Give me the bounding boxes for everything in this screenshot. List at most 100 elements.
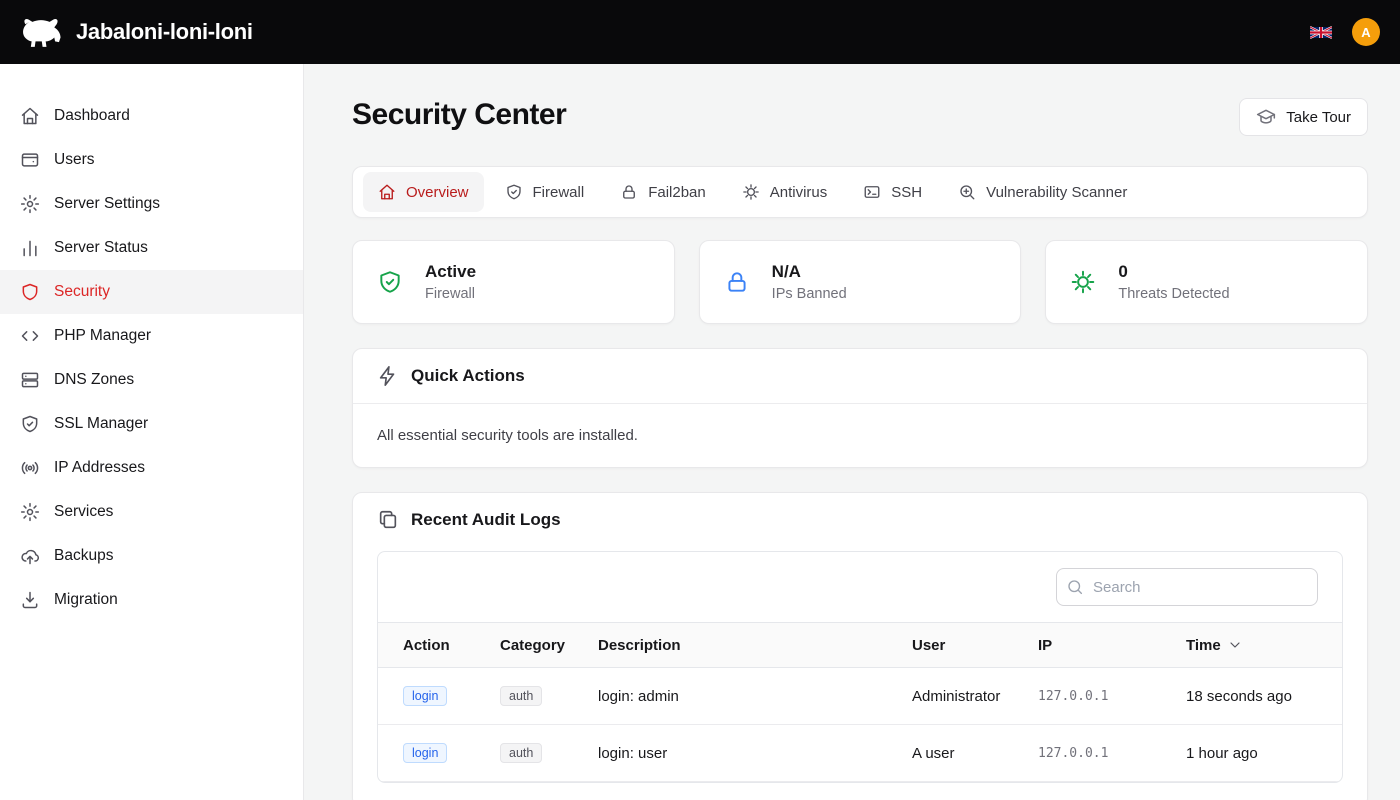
virus-icon: [742, 183, 760, 201]
scan-icon: [958, 183, 976, 201]
column-header-description: Description: [586, 637, 900, 654]
table-header-row: Action Category Description User IP Time: [378, 622, 1342, 668]
zap-icon: [377, 365, 399, 387]
app-title: Jabaloni-loni-loni: [76, 19, 253, 45]
sidebar-item-label: Users: [54, 151, 94, 169]
stat-card: 0 Threats Detected: [1045, 240, 1368, 324]
security-tab[interactable]: Overview: [363, 172, 484, 212]
cloud-upload-icon: [20, 546, 40, 566]
take-tour-button[interactable]: Take Tour: [1239, 98, 1368, 136]
sidebar-item[interactable]: Services: [0, 490, 303, 534]
sidebar-item-label: Server Settings: [54, 195, 160, 213]
shield-check-icon: [505, 183, 523, 201]
wallet-icon: [20, 150, 40, 170]
stat-value: Active: [425, 262, 476, 282]
audit-logs-title: Recent Audit Logs: [411, 510, 561, 530]
sidebar-item[interactable]: DNS Zones: [0, 358, 303, 402]
sidebar-item-label: Dashboard: [54, 107, 130, 125]
audit-table-panel: Action Category Description User IP Time…: [377, 551, 1343, 783]
table-row: login auth login: admin Administrator 12…: [378, 668, 1342, 725]
sidebar-item-label: Services: [54, 503, 113, 521]
sidebar-item[interactable]: Server Settings: [0, 182, 303, 226]
quick-actions-title: Quick Actions: [411, 366, 525, 386]
audit-description: login: user: [586, 745, 900, 762]
graduation-cap-icon: [1256, 107, 1276, 127]
table-row: login auth login: user A user 127.0.0.1 …: [378, 725, 1342, 782]
security-tab[interactable]: Fail2ban: [605, 172, 721, 212]
virus-icon: [1070, 269, 1096, 295]
security-tab[interactable]: Vulnerability Scanner: [943, 172, 1142, 212]
terminal-icon: [863, 183, 881, 201]
copy-logs-icon: [377, 509, 399, 531]
search-icon: [1066, 578, 1084, 596]
action-badge: login: [403, 686, 447, 706]
column-header-time[interactable]: Time: [1174, 637, 1342, 654]
stat-card: Active Firewall: [352, 240, 675, 324]
audit-time: 1 hour ago: [1174, 745, 1342, 762]
tab-label: SSH: [891, 184, 922, 201]
sidebar-item[interactable]: SSL Manager: [0, 402, 303, 446]
top-bar: Jabaloni-loni-loni A: [0, 0, 1400, 64]
home-icon: [378, 183, 396, 201]
audit-ip: 127.0.0.1: [1026, 689, 1174, 704]
sidebar-item[interactable]: Migration: [0, 578, 303, 622]
audit-logs-card: Recent Audit Logs Action Category Descri…: [352, 492, 1368, 800]
stat-label: IPs Banned: [772, 286, 847, 302]
stat-value: 0: [1118, 262, 1229, 282]
stat-value: N/A: [772, 262, 847, 282]
sidebar-item[interactable]: Server Status: [0, 226, 303, 270]
stat-label: Threats Detected: [1118, 286, 1229, 302]
stat-cards: Active Firewall N/A IPs Banned 0: [352, 240, 1368, 324]
page-title: Security Center: [352, 98, 566, 132]
category-badge: auth: [500, 686, 542, 706]
column-header-user: User: [900, 637, 1026, 654]
gear-icon: [20, 194, 40, 214]
search-box: [1056, 568, 1318, 606]
audit-user: A user: [900, 745, 1026, 762]
tab-label: Overview: [406, 184, 469, 201]
tab-label: Vulnerability Scanner: [986, 184, 1127, 201]
take-tour-label: Take Tour: [1286, 109, 1351, 126]
audit-user: Administrator: [900, 688, 1026, 705]
sidebar-item-label: SSL Manager: [54, 415, 148, 433]
audit-time: 18 seconds ago: [1174, 688, 1342, 705]
tab-label: Firewall: [533, 184, 585, 201]
sidebar-item[interactable]: IP Addresses: [0, 446, 303, 490]
sidebar-item[interactable]: Security: [0, 270, 303, 314]
gear-icon: [20, 502, 40, 522]
audit-ip: 127.0.0.1: [1026, 746, 1174, 761]
chevron-down-icon: [1227, 637, 1243, 653]
sidebar-item[interactable]: Dashboard: [0, 94, 303, 138]
sidebar-item-label: Server Status: [54, 239, 148, 257]
stat-label: Firewall: [425, 286, 476, 302]
sidebar-item[interactable]: Users: [0, 138, 303, 182]
search-input[interactable]: [1056, 568, 1318, 606]
home-icon: [20, 106, 40, 126]
security-tab[interactable]: Firewall: [490, 172, 600, 212]
audit-description: login: admin: [586, 688, 900, 705]
server-icon: [20, 370, 40, 390]
column-header-action: Action: [378, 637, 488, 654]
sidebar-item[interactable]: Backups: [0, 534, 303, 578]
stat-card: N/A IPs Banned: [699, 240, 1022, 324]
bar-chart-icon: [20, 238, 40, 258]
sidebar-item-label: PHP Manager: [54, 327, 151, 345]
sidebar-item-label: Security: [54, 283, 110, 301]
sidebar-item-label: Backups: [54, 547, 113, 565]
quick-actions-message: All essential security tools are install…: [353, 404, 1367, 467]
radio-icon: [20, 458, 40, 478]
language-flag-icon[interactable]: [1310, 25, 1332, 40]
user-avatar[interactable]: A: [1352, 18, 1380, 46]
tab-label: Fail2ban: [648, 184, 706, 201]
bull-logo-icon: [16, 15, 66, 49]
sidebar-item-label: Migration: [54, 591, 118, 609]
sidebar: Dashboard Users Server Settings Server S…: [0, 64, 304, 800]
category-badge: auth: [500, 743, 542, 763]
column-header-category: Category: [488, 637, 586, 654]
code-icon: [20, 326, 40, 346]
sidebar-item[interactable]: PHP Manager: [0, 314, 303, 358]
action-badge: login: [403, 743, 447, 763]
security-tab[interactable]: Antivirus: [727, 172, 843, 212]
tab-label: Antivirus: [770, 184, 828, 201]
security-tab[interactable]: SSH: [848, 172, 937, 212]
